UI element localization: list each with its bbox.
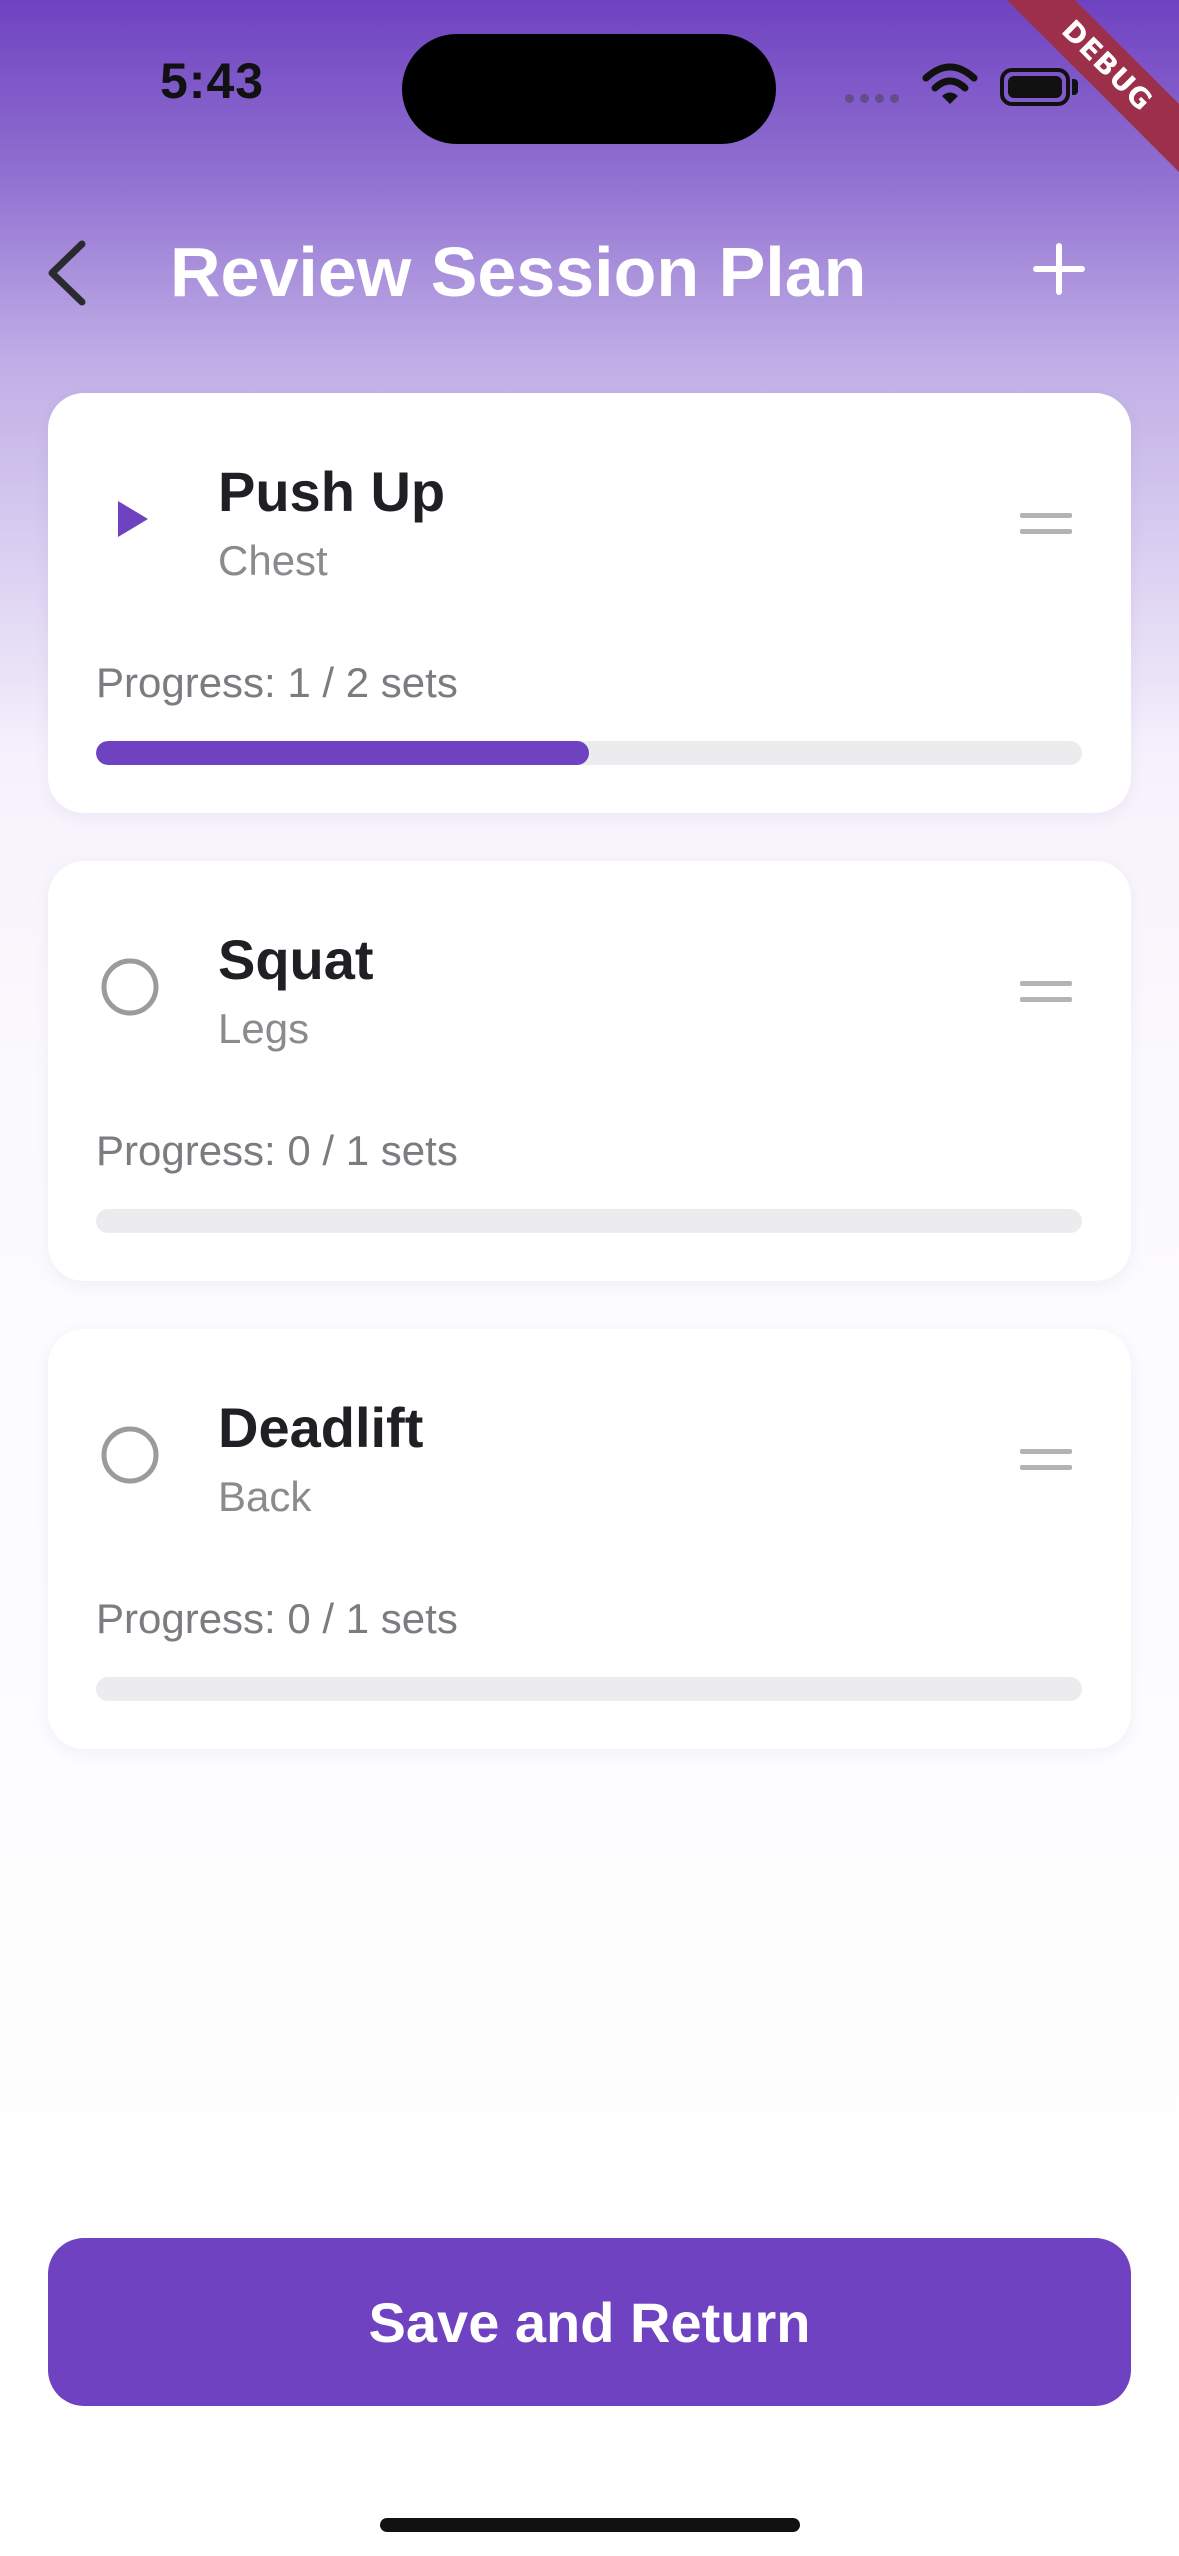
drag-handle-icon[interactable] xyxy=(1020,977,1072,1007)
dynamic-island xyxy=(402,34,776,144)
debug-banner-label: DEBUG xyxy=(998,0,1179,175)
circle-icon[interactable] xyxy=(100,1425,160,1485)
wifi-icon xyxy=(922,63,978,104)
progress-label: Progress: 0 / 1 sets xyxy=(96,1127,458,1174)
exercise-muscle-group: Chest xyxy=(218,537,328,584)
progress-label: Progress: 0 / 1 sets xyxy=(96,1595,458,1642)
drag-handle-icon[interactable] xyxy=(1020,1445,1072,1475)
cellular-dots-icon xyxy=(845,94,899,103)
exercise-muscle-group: Back xyxy=(218,1473,312,1520)
page-title: Review Session Plan xyxy=(170,233,867,311)
debug-banner: DEBUG xyxy=(979,0,1179,200)
progress-label: Progress: 1 / 2 sets xyxy=(96,659,458,706)
exercise-name: Deadlift xyxy=(218,1396,424,1459)
exercise-name: Push Up xyxy=(218,460,446,523)
progress-bar xyxy=(96,741,1082,765)
home-indicator xyxy=(380,2518,800,2532)
exercise-card[interactable]: Push Up Chest Progress: 1 / 2 sets xyxy=(48,393,1131,813)
play-icon[interactable] xyxy=(100,489,160,549)
progress-bar xyxy=(96,1677,1082,1701)
status-time: 5:43 xyxy=(160,53,265,109)
exercise-card[interactable]: Squat Legs Progress: 0 / 1 sets xyxy=(48,861,1131,1281)
plus-icon xyxy=(1033,243,1085,295)
exercise-muscle-group: Legs xyxy=(218,1005,310,1052)
chevron-left-icon xyxy=(48,240,86,306)
exercise-card[interactable]: Deadlift Back Progress: 0 / 1 sets xyxy=(48,1329,1131,1749)
progress-bar xyxy=(96,1209,1082,1233)
drag-handle-icon[interactable] xyxy=(1020,509,1072,539)
add-exercise-button[interactable] xyxy=(1030,240,1088,298)
back-button[interactable] xyxy=(40,236,100,310)
exercise-name: Squat xyxy=(218,928,374,991)
save-and-return-button[interactable]: Save and Return xyxy=(48,2238,1131,2406)
progress-fill xyxy=(96,741,589,765)
circle-icon[interactable] xyxy=(100,957,160,1017)
